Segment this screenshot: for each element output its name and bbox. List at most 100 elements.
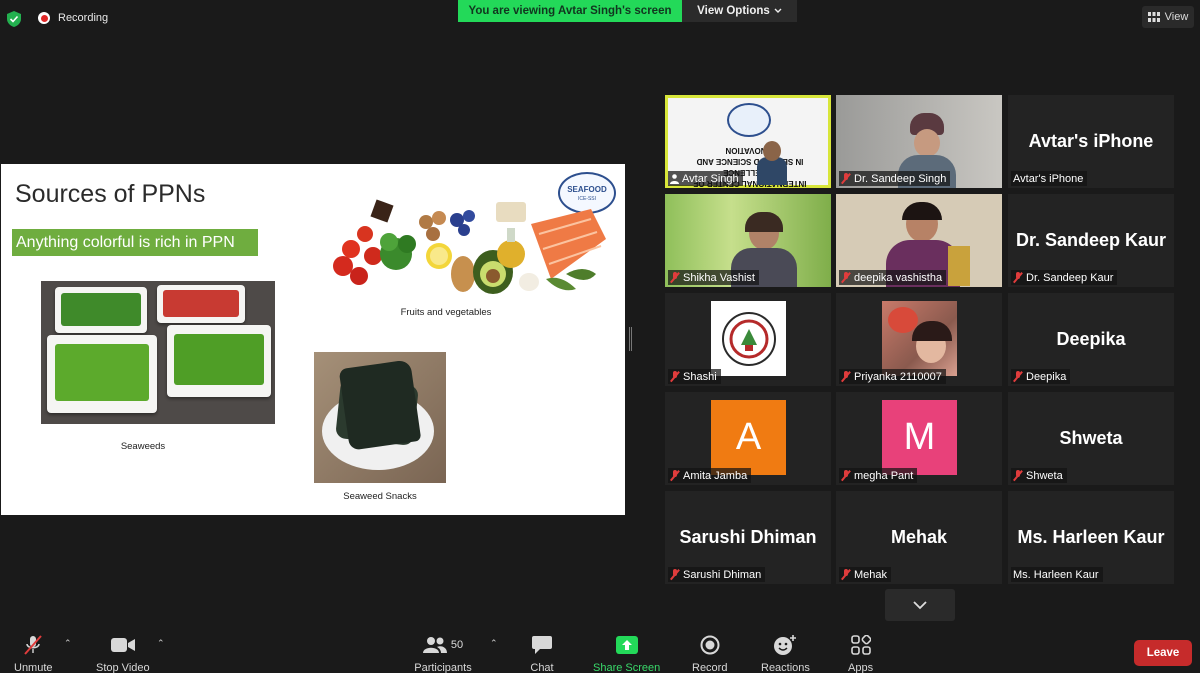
participant-nameplate: Sarushi Dhiman [668,567,766,582]
participant-display-name: Avtar's iPhone [1028,131,1154,151]
participant-nameplate: deepika vashistha [839,270,947,285]
avatar-initial: A [711,400,786,475]
share-screen-button[interactable]: Share Screen [593,633,660,673]
security-shield-icon[interactable] [7,11,21,27]
participant-name: Dr. Sandeep Kaur [1026,271,1114,284]
participant-tile[interactable]: Priyanka 2110007 [836,293,1002,386]
mic-muted-icon [841,272,851,283]
person-icon [670,173,679,184]
participant-nameplate: megha Pant [839,468,918,483]
participants-label: Participants [414,662,472,673]
participant-nameplate: Avtar Singh [668,171,743,186]
participant-name: Shashi [683,370,717,383]
participant-tile[interactable]: Ms. Harleen Kaur Ms. Harleen Kaur [1008,491,1174,584]
mic-muted-icon [1013,371,1023,382]
participant-nameplate: Amita Jamba [668,468,752,483]
slide-highlight: Anything colorful is rich in PPN [12,229,258,256]
mic-muted-icon [841,569,851,580]
view-options-label: View Options [697,5,770,17]
caption-snacks: Seaweed Snacks [343,491,417,502]
stop-video-label: Stop Video [96,662,150,673]
participant-nameplate: Dr. Sandeep Singh [839,171,951,186]
participant-tile[interactable]: Avtar's iPhone Avtar's iPhone [1008,95,1174,188]
meeting-toolbar: Unmute ⌃ Stop Video ⌃ 50 Participants ⌃ [0,625,1200,673]
participant-name: Amita Jamba [683,469,748,482]
participant-nameplate: Dr. Sandeep Kaur [1011,270,1118,285]
participant-tile[interactable]: Dr. Sandeep Singh [836,95,1002,188]
participant-nameplate: Avtar's iPhone [1011,171,1088,186]
apps-icon [850,635,871,655]
participant-display-name: Shweta [1059,428,1123,448]
unmute-button[interactable]: Unmute [14,633,53,673]
caption-fruits: Fruits and vegetables [400,307,492,318]
participant-name: Avtar Singh [682,172,739,185]
share-screen-label: Share Screen [593,662,661,673]
audio-options-caret[interactable]: ⌃ [64,638,72,649]
mic-muted-icon [841,470,851,481]
participant-nameplate: Shikha Vashist [668,270,759,285]
apps-label: Apps [848,662,874,673]
record-button[interactable]: Record [692,633,727,673]
fruits-vegetables-image [333,199,606,294]
record-icon [700,635,720,655]
chat-bubble-icon [532,636,552,654]
view-label: View [1164,11,1189,23]
smiley-plus-icon [774,635,797,655]
view-button[interactable]: View [1142,6,1194,28]
caption-seaweeds: Seaweeds [120,441,166,452]
participant-tile[interactable]: A Amita Jamba [665,392,831,485]
viewing-screen-banner: You are viewing Avtar Singh's screen [458,0,682,22]
participants-options-caret[interactable]: ⌃ [490,638,498,649]
mic-muted-icon [841,371,851,382]
participant-tile[interactable]: Deepika Deepika [1008,293,1174,386]
video-options-caret[interactable]: ⌃ [157,638,165,649]
mic-muted-icon [1013,470,1023,481]
participant-name: Shikha Vashist [683,271,755,284]
emblem-avatar [711,301,786,376]
participants-button[interactable]: 50 Participants [412,633,474,673]
top-bar: Recording You are viewing Avtar Singh's … [0,0,1200,34]
participant-name: Ms. Harleen Kaur [1013,568,1099,581]
profile-photo [882,301,957,376]
participant-name: Dr. Sandeep Singh [854,172,947,185]
participant-name: deepika vashistha [854,271,943,284]
panel-resize-handle[interactable] [629,327,632,351]
chat-button[interactable]: Chat [530,633,554,673]
mic-muted-icon [670,569,680,580]
shared-screen-slide: Sources of PPNs Anything colorful is ric… [1,164,625,515]
participants-icon [422,637,447,653]
recording-icon [38,12,50,24]
participant-nameplate: Priyanka 2110007 [839,369,946,384]
mic-muted-icon [24,635,43,655]
participant-tile[interactable]: INTERNATIONAL CENTER OF EXCELLENCE IN SEA… [665,95,831,188]
participant-count: 50 [450,639,464,651]
participant-nameplate: Shashi [668,369,721,384]
leave-button[interactable]: Leave [1134,640,1192,666]
participant-tile[interactable]: Mehak Mehak [836,491,1002,584]
participant-display-name: Deepika [1056,329,1126,349]
apps-button[interactable]: Apps [848,633,873,673]
recording-indicator[interactable]: Recording [38,12,108,24]
participant-tile[interactable]: deepika vashistha [836,194,1002,287]
participant-name: megha Pant [854,469,914,482]
participant-tile[interactable]: Shikha Vashist [665,194,831,287]
participant-display-name: Mehak [890,527,948,547]
participant-tile[interactable]: Sarushi Dhiman Sarushi Dhiman [665,491,831,584]
reactions-button[interactable]: Reactions [761,633,810,673]
participant-tile[interactable]: Shweta Shweta [1008,392,1174,485]
participant-name: Shweta [1026,469,1063,482]
university-emblem-icon [721,311,776,366]
participant-name: Mehak [854,568,888,581]
participant-tile[interactable]: Dr. Sandeep Kaur Dr. Sandeep Kaur [1008,194,1174,287]
record-label: Record [692,662,728,673]
stop-video-button[interactable]: Stop Video [96,633,150,673]
participant-tile[interactable]: Shashi [665,293,831,386]
view-options-button[interactable]: View Options [682,0,797,22]
participant-name: Sarushi Dhiman [683,568,762,581]
participant-tile[interactable]: M megha Pant [836,392,1002,485]
participant-name: Avtar's iPhone [1013,172,1084,185]
recording-label: Recording [58,12,109,24]
participant-name: Priyanka 2110007 [854,370,942,383]
gallery-next-page-button[interactable] [885,589,955,621]
participant-nameplate: Shweta [1011,468,1067,483]
